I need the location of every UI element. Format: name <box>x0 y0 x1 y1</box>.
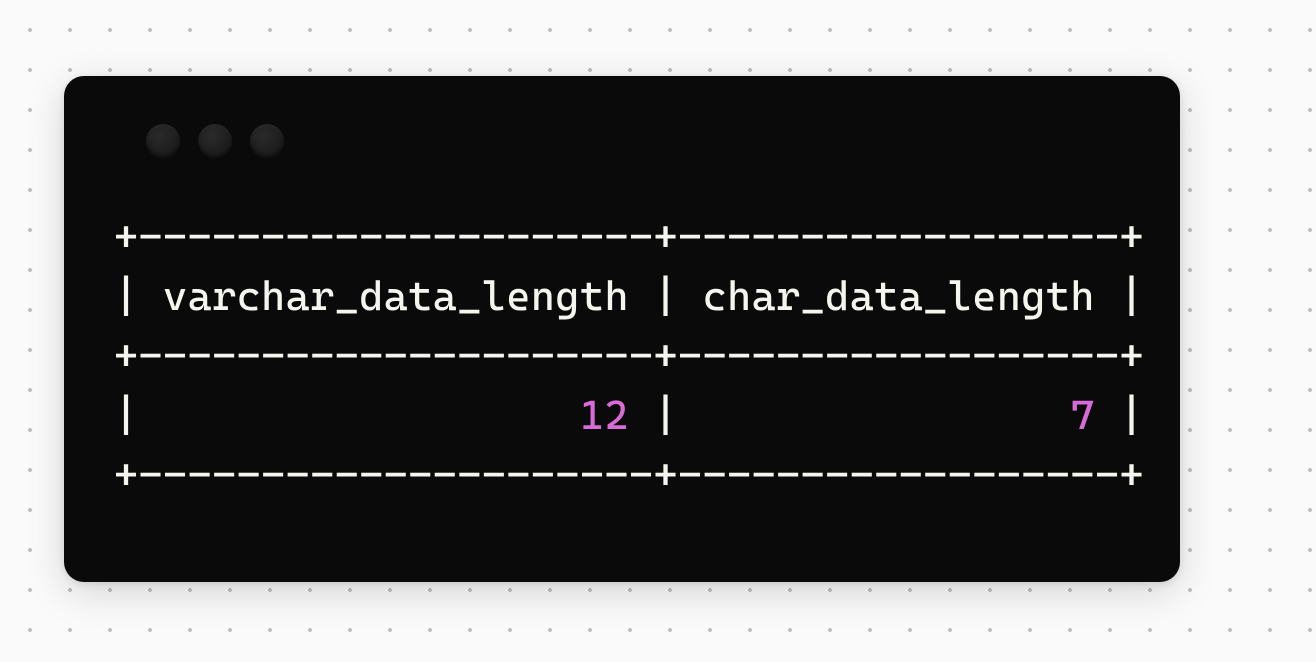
maximize-icon[interactable] <box>250 124 284 158</box>
terminal-output: +---------------------+-----------------… <box>114 208 1130 505</box>
char-data-length-value: 7 <box>1070 391 1095 439</box>
table-border-top: +---------------------+-----------------… <box>114 213 1144 261</box>
terminal-window: +---------------------+-----------------… <box>64 76 1180 582</box>
table-data-row: | 12 | 7 | <box>114 391 1144 439</box>
table-header-row: | varchar_data_length | char_data_length… <box>114 272 1144 320</box>
varchar-data-length-value: 12 <box>580 391 629 439</box>
table-border-mid: +---------------------+-----------------… <box>114 332 1144 380</box>
minimize-icon[interactable] <box>198 124 232 158</box>
table-border-bot: +---------------------+-----------------… <box>114 451 1144 499</box>
close-icon[interactable] <box>146 124 180 158</box>
traffic-lights <box>146 124 1130 158</box>
